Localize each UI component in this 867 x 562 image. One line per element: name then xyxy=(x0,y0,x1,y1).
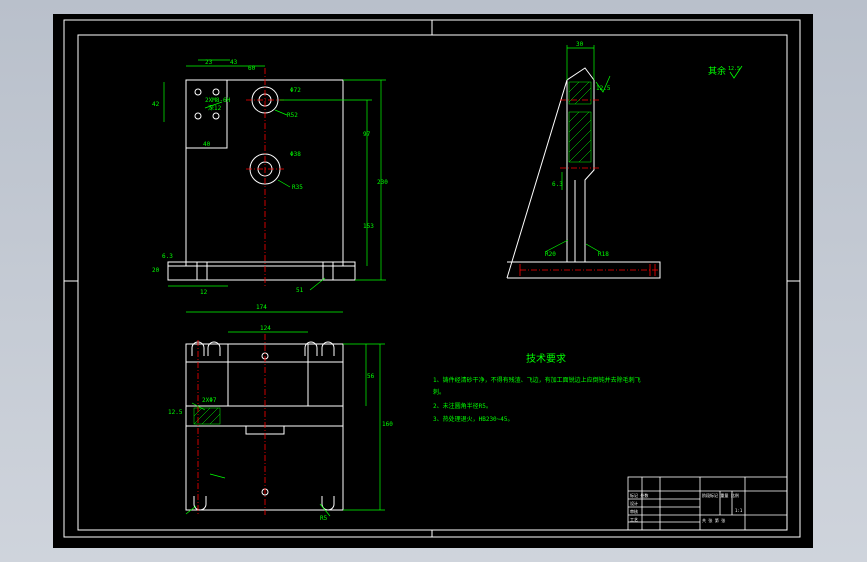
side-dim-top-w: 30 xyxy=(576,41,584,48)
drawing-canvas xyxy=(53,14,813,548)
tb-row4: 工艺 xyxy=(630,517,638,522)
dim-right-c: 230 xyxy=(377,179,388,186)
top-dim-rough-text: 12.5 xyxy=(168,409,183,416)
top-dim-side-text: 56 xyxy=(367,373,375,380)
dim-bore1: Φ72 xyxy=(290,87,301,94)
dim-bore2-r: R35 xyxy=(292,184,303,191)
side-dim-rib: 12.5 xyxy=(596,85,611,92)
dim-front-top-a: 23 xyxy=(205,59,213,66)
tech-req-line-2: 刺。 xyxy=(433,388,445,396)
tech-req-line-4: 3、热处理退火，HB230~45。 xyxy=(433,415,514,423)
side-dim-gap: 6.3 xyxy=(552,181,563,188)
tech-req-line-3: 2、未注圆角半径R5。 xyxy=(433,402,492,410)
tb-row3: 审核 xyxy=(630,508,638,514)
dim-right-b: 153 xyxy=(363,223,374,230)
hole-note-2: 深12 xyxy=(208,104,222,112)
tb-right1: 阶段标记 重量 比例 xyxy=(702,492,739,498)
top-dim-slot-text: 2XΦ7 xyxy=(202,397,217,404)
dim-bore2: Φ38 xyxy=(290,151,301,158)
dim-base-w2: 51 xyxy=(296,287,304,294)
tb-row1: 标记 处数 xyxy=(630,492,648,498)
dim-base-h: 20 xyxy=(152,267,160,274)
roughness-label: 其余 xyxy=(708,65,726,77)
top-dim-overall-text: 174 xyxy=(256,304,267,311)
dim-front-top-c: 60 xyxy=(248,65,256,72)
tb-row2: 设计 xyxy=(630,500,638,506)
side-dim-r1: R20 xyxy=(545,251,556,258)
cad-viewport: 23 43 60 42 2XM8-6H 深12 40 Φ72 R52 Φ38 R… xyxy=(0,0,867,562)
dim-front-left-a: 42 xyxy=(152,101,160,108)
tb-right3: 共 张 第 张 xyxy=(702,517,725,523)
dim-front-top-b: 43 xyxy=(230,59,238,66)
dim-base-w1: 12 xyxy=(200,289,208,296)
top-dim-depth-text: 160 xyxy=(382,421,393,428)
hole-note-1: 2XM8-6H xyxy=(205,97,231,104)
tech-req-line-1: 1、铸件经清砂干净，不得有残渣、飞边，有加工面锐边上应倒钝并去除毛刺飞 xyxy=(433,376,641,384)
top-dim-inner-text: 124 xyxy=(260,325,271,332)
dim-bore1-r: R52 xyxy=(287,112,298,119)
cad-drawing: 23 43 60 42 2XM8-6H 深12 40 Φ72 R52 Φ38 R… xyxy=(53,14,813,548)
top-dim-r5-text: R5 xyxy=(320,515,328,522)
tech-req-title: 技术要求 xyxy=(526,352,566,365)
dim-front-bottom-a: 40 xyxy=(203,141,211,148)
dim-base-t: 6.3 xyxy=(162,253,173,260)
dim-right-a: 97 xyxy=(363,131,371,138)
side-dim-r2: R18 xyxy=(598,251,609,258)
tb-right2: 1:1 xyxy=(735,508,743,513)
